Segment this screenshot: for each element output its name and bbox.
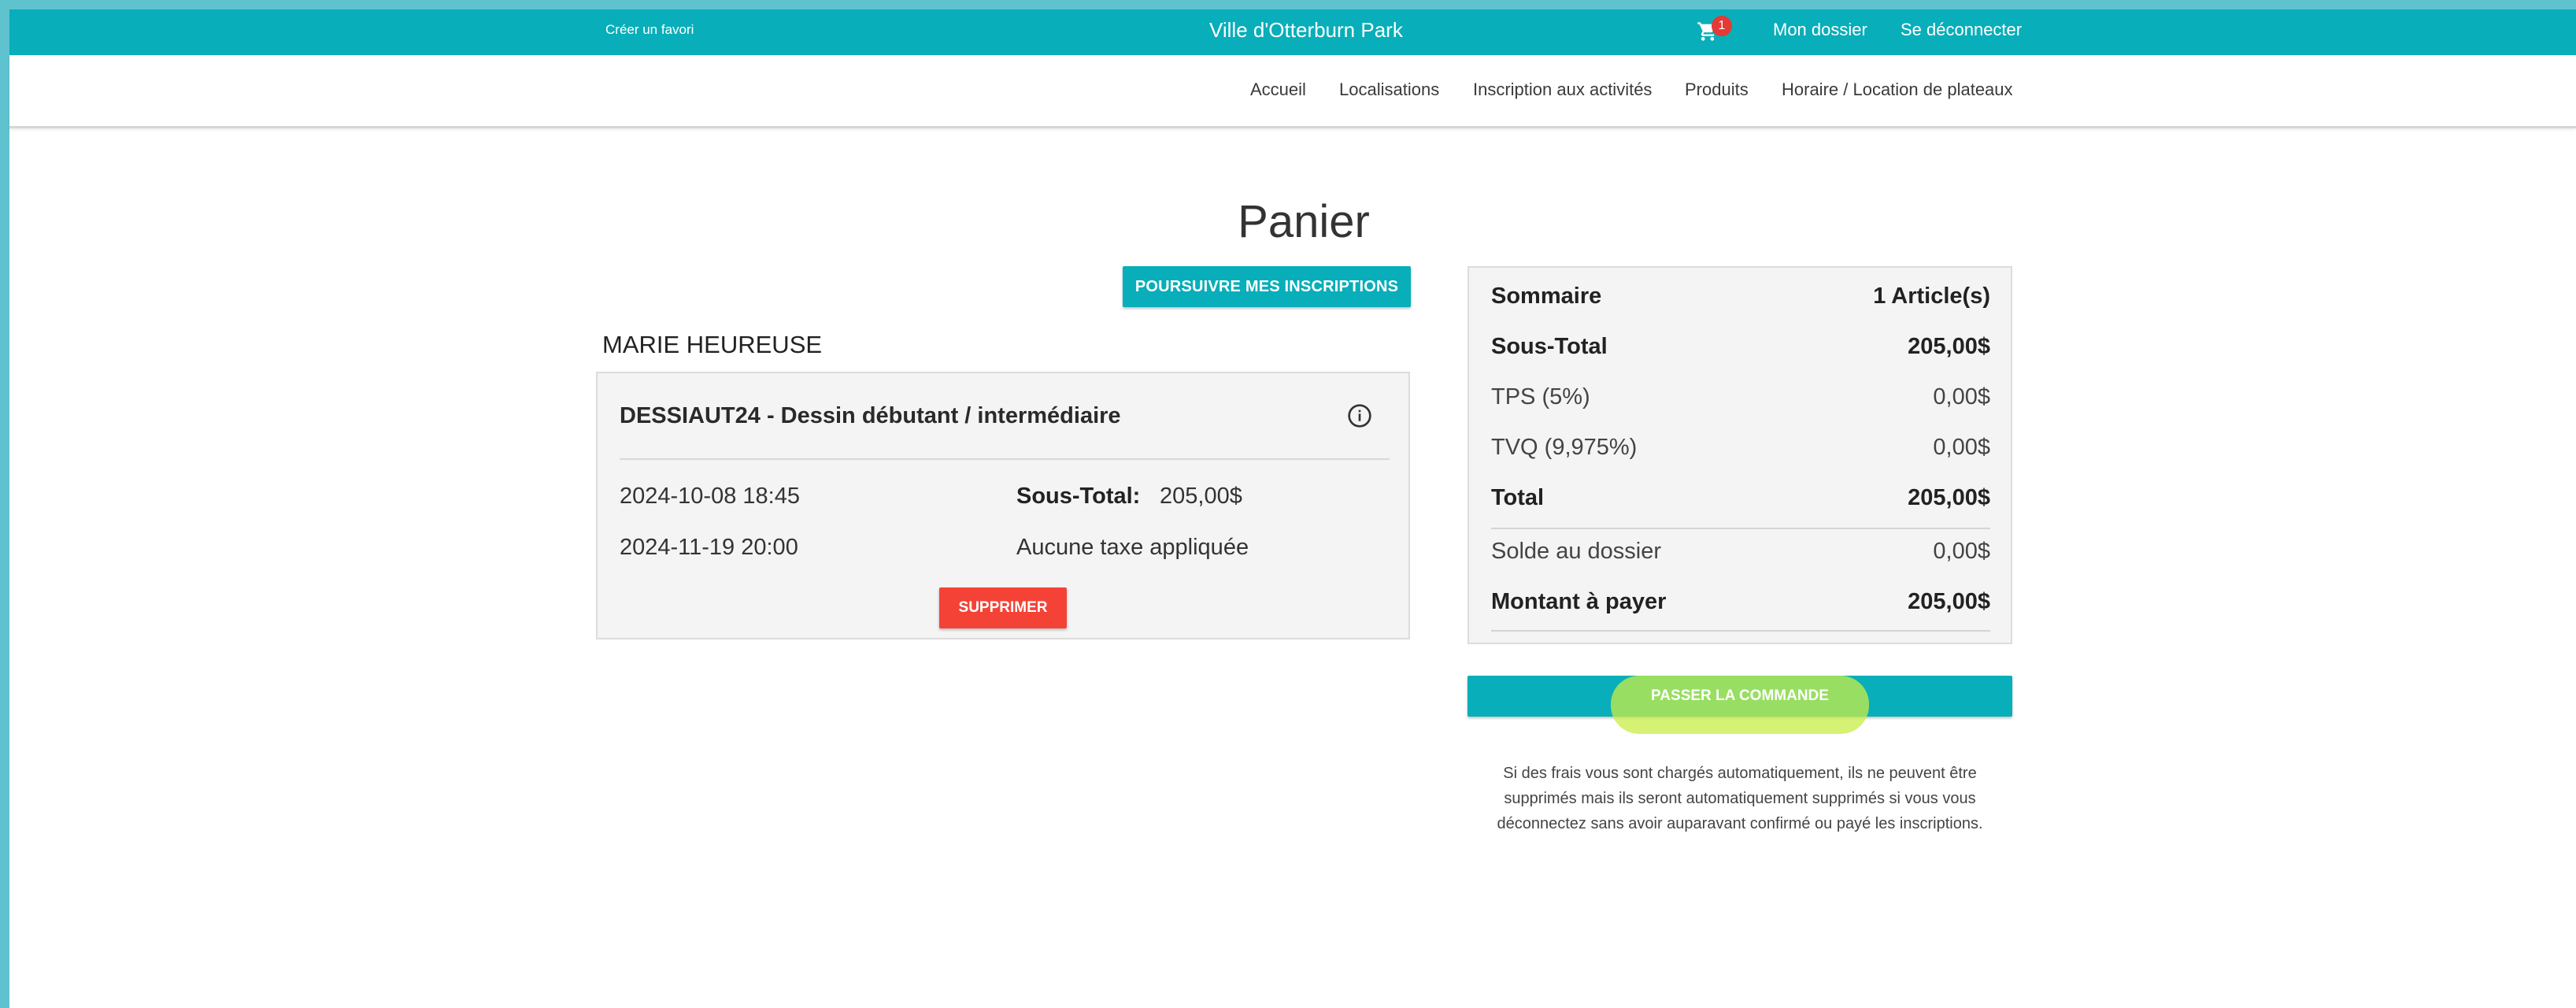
summary-subtotal-label: Sous-Total <box>1491 334 1608 359</box>
summary-total-value: 205,00$ <box>1908 485 1990 510</box>
nav-schedule-rental[interactable]: Horaire / Location de plateaux <box>1782 80 2013 100</box>
logout-link[interactable]: Se déconnecter <box>1901 20 2022 40</box>
summary-total-row: Total 205,00$ <box>1491 485 1990 517</box>
continue-registrations-button[interactable]: POURSUIVRE MES INSCRIPTIONS <box>1123 266 1411 307</box>
summary-total-label: Total <box>1491 485 1545 510</box>
participant-name: MARIE HEUREUSE <box>602 331 823 358</box>
window-frame-top <box>0 0 2576 9</box>
summary-title: Sommaire <box>1491 284 1602 309</box>
summary-tvq-label: TVQ (9,975%) <box>1491 435 1638 460</box>
summary-amount-due-label: Montant à payer <box>1491 589 1667 614</box>
nav-home[interactable]: Accueil <box>1250 80 1306 100</box>
item-divider <box>620 458 1390 460</box>
cart-count-badge: 1 <box>1712 16 1732 36</box>
order-summary: Sommaire 1 Article(s) Sous-Total 205,00$… <box>1468 266 2012 644</box>
summary-tps-row: TPS (5%) 0,00$ <box>1491 384 1990 416</box>
item-subtotal-label: Sous-Total: <box>1016 484 1141 509</box>
summary-tps-label: TPS (5%) <box>1491 384 1590 410</box>
nav-products[interactable]: Produits <box>1685 80 1749 100</box>
summary-subtotal-row: Sous-Total 205,00$ <box>1491 334 1990 365</box>
item-start-date: 2024-10-08 18:45 <box>620 484 800 509</box>
summary-balance-value: 0,00$ <box>1933 539 1990 564</box>
place-order-button[interactable] <box>1468 676 2012 717</box>
nav-activity-registration[interactable]: Inscription aux activités <box>1473 80 1652 100</box>
my-file-link[interactable]: Mon dossier <box>1773 20 1867 40</box>
item-title: DESSIAUT24 - Dessin débutant / intermédi… <box>620 403 1121 428</box>
summary-tvq-row: TVQ (9,975%) 0,00$ <box>1491 435 1990 466</box>
summary-header-row: Sommaire 1 Article(s) <box>1491 284 1990 315</box>
top-bar: Créer un favori Ville d'Otterburn Park 1… <box>9 9 2576 55</box>
summary-amount-due-value: 205,00$ <box>1908 589 1990 614</box>
main-nav: Accueil Localisations Inscription aux ac… <box>9 55 2576 128</box>
info-circle-icon[interactable] <box>1347 403 1372 428</box>
summary-tvq-value: 0,00$ <box>1933 435 1990 460</box>
item-subtotal-value: 205,00$ <box>1160 484 1242 509</box>
summary-article-count: 1 Article(s) <box>1873 284 1990 309</box>
order-fees-note: Si des frais vous sont chargés automatiq… <box>1497 765 1983 832</box>
site-title[interactable]: Ville d'Otterburn Park <box>1209 18 1403 43</box>
page-title: Panier <box>1238 196 1370 247</box>
create-favorite-link[interactable]: Créer un favori <box>605 22 694 38</box>
summary-subtotal-value: 205,00$ <box>1908 334 1990 359</box>
summary-balance-label: Solde au dossier <box>1491 539 1662 564</box>
nav-locations[interactable]: Localisations <box>1339 80 1439 100</box>
item-end-date: 2024-11-19 20:00 <box>620 535 798 560</box>
summary-balance-row: Solde au dossier 0,00$ <box>1491 539 1990 570</box>
summary-bottom-divider <box>1491 630 1990 632</box>
summary-tps-value: 0,00$ <box>1933 384 1990 410</box>
summary-divider <box>1491 528 1990 529</box>
window-frame-left <box>0 0 9 1008</box>
cart-button[interactable]: 1 <box>1696 16 1732 46</box>
summary-amount-due-row: Montant à payer 205,00$ <box>1491 589 1990 621</box>
cart-item-card: DESSIAUT24 - Dessin débutant / intermédi… <box>596 372 1410 639</box>
item-tax-note: Aucune taxe appliquée <box>1016 535 1249 560</box>
delete-item-button[interactable]: SUPPRIMER <box>939 587 1067 628</box>
